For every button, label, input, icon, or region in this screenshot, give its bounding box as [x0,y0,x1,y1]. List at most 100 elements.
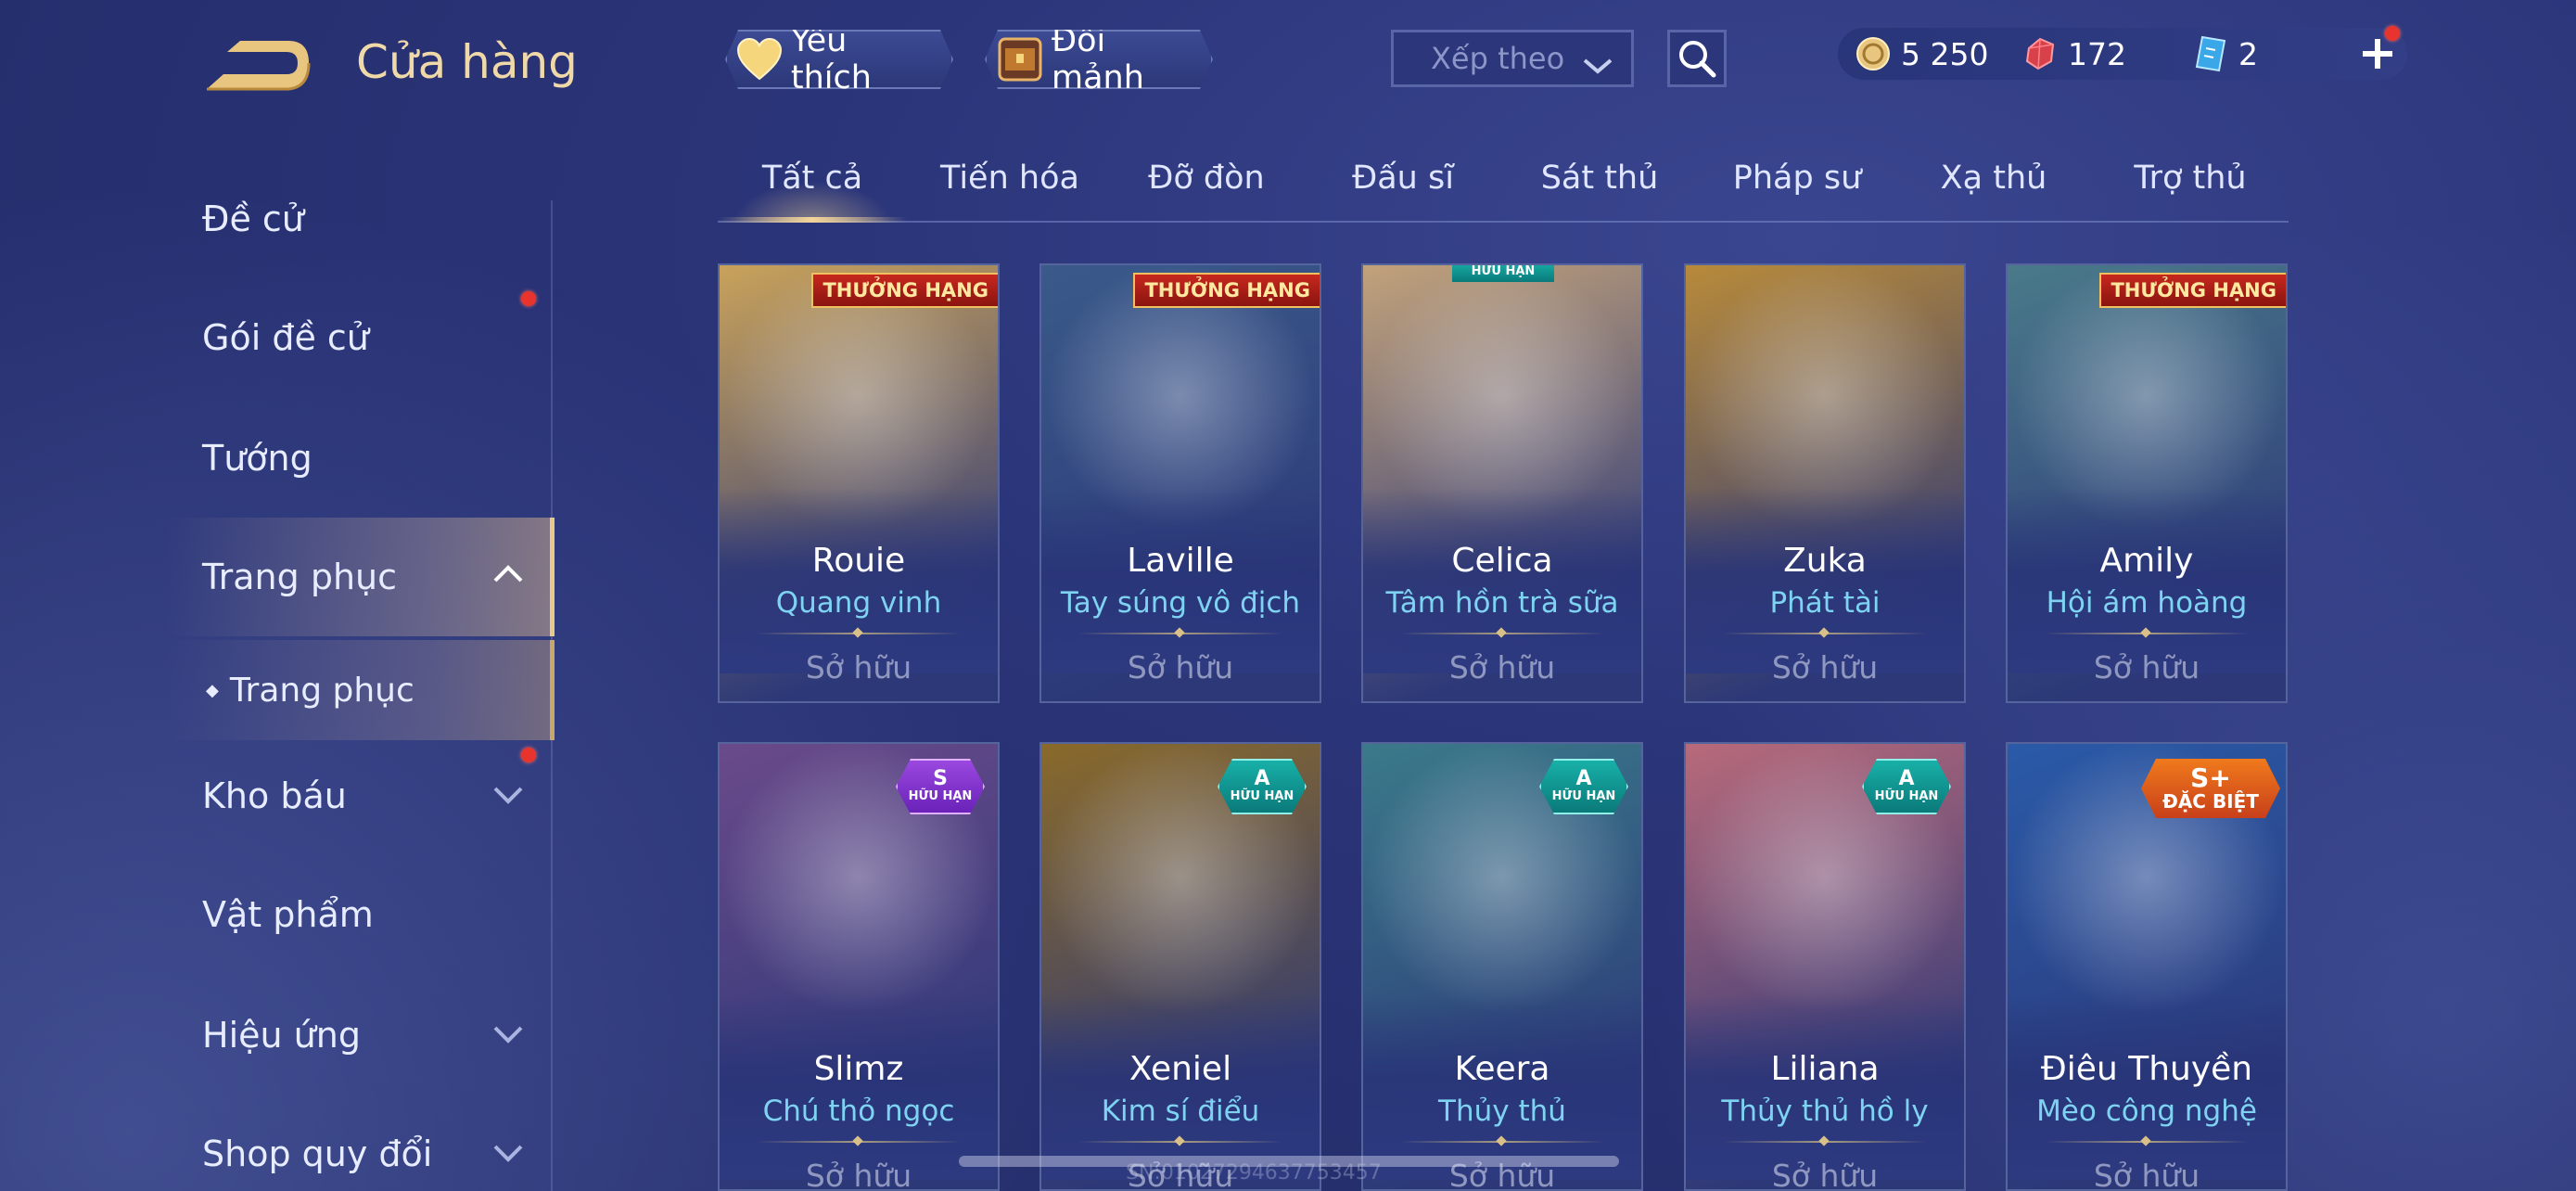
notification-dot [521,748,536,762]
sidebar-item-label: Trang phục [202,557,398,597]
tab-all[interactable]: Tất cả [714,160,911,197]
hero-name: Zuka [1783,542,1867,580]
skin-card[interactable]: Xeniel Kim sí điểu Sở hữu A HỮU HẠN [1039,742,1321,1191]
rank-reward-badge: THƯỞNG HẠNG [2099,273,2286,308]
tier-badge: A HỮU HẠN [1862,759,1951,814]
tab-support[interactable]: Trợ thủ [2092,160,2289,197]
sidebar-item-featured[interactable]: Đề cử [202,182,304,256]
sidebar-item-label: Đề cử [202,198,304,239]
skin-card[interactable]: Điêu Thuyền Mèo công nghệ Sở hữu S+ ĐẶC BIỆT [2006,742,2288,1191]
sidebar-item-costumes[interactable]: Trang phục [202,540,397,614]
skin-name: Mèo công nghệ [2036,1095,2257,1128]
skin-name: Tay súng vô địch [1060,586,1301,620]
sort-placeholder: Xếp theo [1431,41,1565,76]
ruby-currency: 172 [2021,28,2126,80]
hero-name: Laville [1127,542,1234,580]
sidebar-item-label: Gói đề cử [202,317,369,358]
ruby-icon [2021,35,2059,72]
tier-letter: A [1254,767,1270,790]
sidebar-item-label: Tướng [202,438,312,479]
sidebar-item-label: Kho báu [202,775,347,816]
sidebar-item-heroes[interactable]: Tướng [202,421,312,495]
skin-card[interactable]: Liliana Thủy thủ hồ ly Sở hữu A HỮU HẠN [1684,742,1966,1191]
notification-dot [521,291,536,306]
voucher-amount: 2 [2238,35,2258,72]
favorites-button[interactable]: Yêu thích [725,30,953,89]
sidebar-item-exchange-shop[interactable]: Shop quy đổi [202,1117,432,1191]
tier-letter: A [1575,767,1592,790]
chevron-up-icon [491,560,525,592]
skin-name: Quang vinh [775,586,942,620]
chevron-down-icon [1581,49,1614,84]
skin-name: Thủy thủ [1438,1095,1566,1128]
tier-letter: A [1898,767,1915,790]
skin-card[interactable]: Celica Tâm hồn trà sữa Sở hữu HỮU HẠN [1361,263,1643,703]
tier-label: HỮU HẠN [1874,789,1939,803]
hero-name: Điêu Thuyền [2040,1050,2253,1088]
ruby-amount: 172 [2068,35,2126,72]
serial-watermark: SN:01027294637753457 [1126,1161,1382,1185]
favorites-label: Yêu thích [790,22,872,96]
owned-status: Sở hữu [805,1158,912,1191]
tab-assassin[interactable]: Sát thủ [1501,160,1698,197]
chevron-down-icon [491,1139,525,1171]
plus-icon [2363,39,2392,69]
skin-name: Tâm hồn trà sữa [1385,586,1619,620]
skin-card[interactable]: Laville Tay súng vô địch Sở hữu THƯỞNG HẠNG [1039,263,1321,703]
back-arrow-icon [207,41,311,91]
hero-name: Keera [1454,1050,1550,1088]
sidebar-item-effects[interactable]: Hiệu ứng [202,998,361,1072]
tier-letter: S+ [2190,762,2231,793]
owned-status: Sở hữu [2093,649,2200,685]
back-button[interactable] [199,37,311,95]
chevron-down-icon [491,1020,525,1052]
sidebar-item-label: Trang phục [229,671,414,710]
skin-card[interactable]: Amily Hội ám hoàng Sở hữu THƯỞNG HẠNG [2006,263,2288,703]
sort-dropdown[interactable]: Xếp theo [1391,30,1634,87]
sidebar-item-label: Shop quy đổi [202,1133,433,1174]
chevron-down-icon [491,781,525,813]
tab-active-underline [718,217,907,223]
card-shade [1363,488,1641,673]
tier-letter: S [933,767,948,790]
sidebar-subitem-costumes[interactable]: ◆ Trang phục [206,653,414,727]
hero-name: Slimz [813,1050,904,1088]
heart-icon [736,35,784,83]
tab-fighter[interactable]: Đấu sĩ [1305,160,1501,197]
tabs-divider [718,221,2289,223]
skin-card[interactable]: Slimz Chú thỏ ngọc Sở hữu S HỮU HẠN [718,742,1000,1191]
rank-reward-badge: THƯỞNG HẠNG [811,273,998,308]
tier-badge: A HỮU HẠN [1539,759,1628,814]
skin-card[interactable]: Zuka Phát tài Sở hữu [1684,263,1966,703]
limited-badge: HỮU HẠN [1452,265,1554,282]
diamond-bullet-icon: ◆ [206,680,219,700]
skin-card[interactable]: Rouie Quang vinh Sở hữu THƯỞNG HẠNG [718,263,1000,703]
owned-status: Sở hữu [2093,1158,2200,1191]
tier-badge: S HỮU HẠN [896,759,985,814]
fragment-exchange-button[interactable]: Đổi mảnh [985,30,1213,89]
tier-label: HỮU HẠN [908,789,973,803]
skin-name: Chú thỏ ngọc [762,1095,955,1128]
owned-status: Sở hữu [1448,649,1556,685]
tier-label: ĐẶC BIỆT [2162,790,2259,813]
tier-badge: A HỮU HẠN [1218,759,1307,814]
skin-card[interactable]: Keera Thủy thủ Sở hữu A HỮU HẠN [1361,742,1643,1191]
rank-reward-badge: THƯỞNG HẠNG [1133,273,1320,308]
search-button[interactable] [1667,30,1727,87]
tier-badge: S+ ĐẶC BIỆT [2141,759,2280,818]
sidebar-item-label: Vật phẩm [202,894,374,935]
skin-name: Phát tài [1769,586,1881,620]
sidebar-item-treasure[interactable]: Kho báu [202,759,347,833]
tab-marksman[interactable]: Xạ thủ [1895,160,2092,197]
card-shade [1686,488,1964,673]
card-shade [720,488,998,673]
card-shade [2008,488,2286,673]
hero-name: Liliana [1770,1050,1880,1088]
hero-name: Xeniel [1129,1050,1232,1088]
tab-tank[interactable]: Đỡ đòn [1108,160,1305,197]
skin-name: Hội ám hoàng [2046,586,2248,620]
tab-evolution[interactable]: Tiến hóa [912,160,1108,197]
sidebar-item-items[interactable]: Vật phẩm [202,877,374,952]
tab-mage[interactable]: Pháp sư [1699,160,1895,197]
sidebar-item-featured-bundles[interactable]: Gói đề cử [202,301,369,375]
